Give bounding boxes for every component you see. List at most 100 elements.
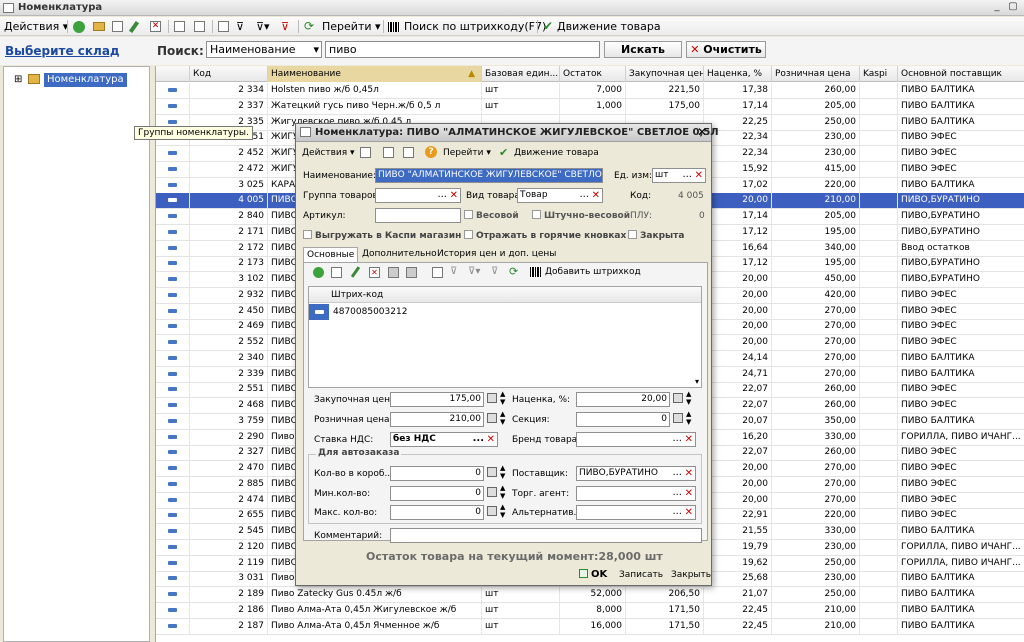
- section-input[interactable]: 0: [576, 412, 670, 427]
- spinner-icon[interactable]: ▲ ▼: [686, 410, 691, 426]
- spinner-icon[interactable]: ▲ ▼: [500, 410, 505, 426]
- help-icon[interactable]: ?: [425, 146, 437, 158]
- dialog-actions-menu[interactable]: Действия ▾: [302, 148, 355, 158]
- tab-price-history[interactable]: История цен и доп. цены: [434, 247, 559, 262]
- spinner-icon[interactable]: ▲ ▼: [500, 484, 505, 500]
- calculator-icon[interactable]: [487, 413, 497, 424]
- retail-price-input[interactable]: 210,00: [390, 412, 484, 427]
- move-group-icon[interactable]: [194, 21, 205, 32]
- spinner-icon[interactable]: ▲ ▼: [500, 503, 505, 519]
- col-name[interactable]: Наименование ▲: [268, 66, 482, 82]
- article-input[interactable]: [375, 208, 461, 223]
- folder-add-icon[interactable]: [93, 22, 105, 31]
- kaspi-export-checkbox[interactable]: Выгружать в Каспи магазин: [303, 230, 461, 241]
- unit-input[interactable]: шт... ✕: [652, 168, 706, 183]
- weight-checkbox[interactable]: Весовой: [464, 210, 519, 221]
- delete-icon[interactable]: ✕: [369, 267, 380, 278]
- comment-input[interactable]: [390, 528, 702, 543]
- search-button[interactable]: Искать: [604, 41, 682, 58]
- search-input[interactable]: пиво: [325, 41, 600, 58]
- spinner-icon[interactable]: ▲ ▼: [500, 390, 505, 406]
- agent-input[interactable]: ... ✕: [576, 486, 696, 501]
- col-kaspi[interactable]: Kaspi: [860, 66, 898, 82]
- brand-input[interactable]: ... ✕: [576, 432, 696, 447]
- copy-icon[interactable]: [112, 21, 123, 32]
- dialog-goto-menu[interactable]: Перейти ▾: [443, 148, 491, 158]
- calculator-icon[interactable]: [673, 393, 683, 404]
- col-unit[interactable]: Базовая един...: [482, 66, 560, 82]
- calculator-icon[interactable]: [487, 467, 497, 478]
- minimize-button[interactable]: _: [990, 1, 1004, 14]
- scroll-down-icon[interactable]: ▾: [695, 377, 699, 386]
- alternative-input[interactable]: ... ✕: [576, 505, 696, 520]
- col-code[interactable]: Код: [190, 66, 268, 82]
- copy-icon[interactable]: [403, 147, 414, 158]
- hot-buttons-checkbox[interactable]: Отражать в горячие кновках: [464, 230, 626, 241]
- barcode-column-header[interactable]: Штрих-код: [331, 290, 383, 300]
- tab-main[interactable]: Основные: [303, 247, 359, 262]
- filter-clear-icon[interactable]: ⊽: [491, 266, 498, 277]
- calculator-icon[interactable]: [487, 393, 497, 404]
- add-icon[interactable]: [313, 267, 324, 278]
- clear-button[interactable]: ✕ Очистить: [686, 41, 766, 58]
- calculator-icon[interactable]: [487, 506, 497, 517]
- name-input[interactable]: ПИВО "АЛМАТИНСКОЕ ЖИГУЛЕВСКОЕ" СВЕТЛОЕ: [375, 168, 603, 183]
- ok-button[interactable]: OK: [579, 569, 607, 580]
- dialog-close-icon[interactable]: ✕: [697, 125, 707, 139]
- col-markup[interactable]: Наценка, %: [704, 66, 772, 82]
- restore-button[interactable]: ▢: [1006, 1, 1020, 14]
- supplier-input[interactable]: ПИВО,БУРАТИНО... ✕: [576, 466, 696, 481]
- barcode-row[interactable]: 4870085003212: [309, 304, 701, 320]
- tree-expander[interactable]: ⊞: [14, 74, 22, 85]
- refresh-icon[interactable]: ⟳: [509, 265, 518, 278]
- add-barcode-button[interactable]: Добавить штрихкод: [545, 267, 641, 277]
- markup-input[interactable]: 20,00: [576, 392, 670, 407]
- hierarchy-icon[interactable]: [174, 21, 185, 32]
- select-store-link[interactable]: Выберите склад: [5, 44, 120, 58]
- save-button[interactable]: Записать: [619, 570, 663, 580]
- filter-list-icon[interactable]: [432, 267, 443, 278]
- buy-price-input[interactable]: 175,00: [390, 392, 484, 407]
- min-qty-input[interactable]: 0: [390, 486, 484, 501]
- add-icon[interactable]: [73, 21, 85, 33]
- post-icon[interactable]: [383, 147, 394, 158]
- copy-icon[interactable]: [331, 267, 342, 278]
- filter-icon[interactable]: ⊽: [236, 21, 244, 32]
- filter-clear-icon[interactable]: ⊽: [281, 21, 289, 32]
- delete-icon[interactable]: ✕: [150, 21, 161, 32]
- refresh-icon[interactable]: ⟳: [304, 20, 314, 32]
- spinner-icon[interactable]: ▲ ▼: [686, 390, 691, 406]
- table-row[interactable]: 2 187 Пиво Алма-Ата 0,45л Ячменное ж/б шт 1…: [156, 618, 1024, 635]
- col-supplier[interactable]: Основной поставщик: [898, 66, 1024, 82]
- table-row[interactable]: 2 186 Пиво Алма-Ата 0,45л Жигулевское ж/б…: [156, 602, 1024, 619]
- col-stock[interactable]: Остаток: [560, 66, 626, 82]
- filter-dropdown-icon[interactable]: ⊽▾: [256, 21, 270, 32]
- goto-menu[interactable]: Перейти ▾: [322, 19, 381, 34]
- edit-icon[interactable]: [128, 20, 140, 34]
- close-button[interactable]: Закрыть: [671, 570, 711, 580]
- filter-list-icon[interactable]: [218, 21, 229, 32]
- table-row[interactable]: 2 337 Жатецкий гусь пиво Черн.ж/б 0,5 л шт…: [156, 98, 1024, 115]
- actions-menu[interactable]: Действия ▾: [4, 19, 68, 34]
- group-input[interactable]: ... ✕: [375, 188, 461, 203]
- table-row[interactable]: 2 334 Holsten пиво ж/б 0,45л шт 7,000 221,50…: [156, 83, 1024, 99]
- filter-dropdown-icon[interactable]: ⊽▾: [468, 266, 480, 277]
- closed-checkbox[interactable]: Закрыта: [628, 230, 684, 241]
- spinner-icon[interactable]: ▲ ▼: [500, 464, 505, 480]
- box-qty-input[interactable]: 0: [390, 466, 484, 481]
- vat-input[interactable]: без НДС... ✕: [390, 432, 498, 447]
- dialog-movement-button[interactable]: Движение товара: [514, 148, 599, 158]
- table-row[interactable]: 2 189 Пиво Zatecky Gus 0.45л ж/б шт 52,000 2…: [156, 587, 1024, 603]
- col-retail-price[interactable]: Розничная цена: [772, 66, 860, 82]
- piece-weight-checkbox[interactable]: Штучно-весовой: [532, 210, 630, 221]
- calculator-icon[interactable]: [673, 413, 683, 424]
- save-disk-icon[interactable]: [360, 147, 371, 158]
- filter-icon[interactable]: ⊽: [450, 266, 457, 277]
- barcode-search-button[interactable]: Поиск по штрихкоду(F7): [404, 19, 546, 34]
- movement-button[interactable]: Движение товара: [557, 19, 661, 34]
- tab-additional[interactable]: Дополнительно: [359, 247, 440, 262]
- tree-root-node[interactable]: Номенклатура: [44, 73, 127, 87]
- calculator-icon[interactable]: [487, 487, 497, 498]
- col-buy-price[interactable]: Закупочная цена: [626, 66, 704, 82]
- kind-input[interactable]: Товар... ✕: [517, 188, 603, 203]
